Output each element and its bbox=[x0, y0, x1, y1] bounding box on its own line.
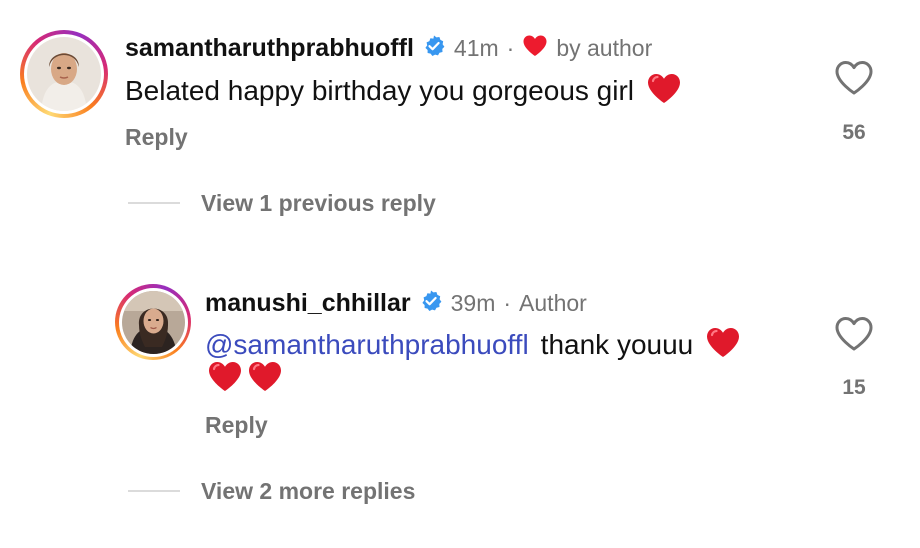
comment-header: samantharuthprabhuoffl 41m · by author bbox=[125, 34, 652, 63]
red-heart-emoji-icon bbox=[705, 326, 741, 364]
profile-photo bbox=[27, 37, 101, 111]
reply-body-line2 bbox=[207, 360, 283, 398]
comment-body: Belated happy birthday you gorgeous girl bbox=[125, 72, 682, 110]
reply-header: manushi_chhillar 39m · Author bbox=[205, 289, 587, 318]
liked-by-author-label: by author bbox=[556, 35, 653, 61]
comment-time: 41m bbox=[453, 35, 499, 61]
reply-time: 39m bbox=[450, 290, 496, 316]
divider-line bbox=[128, 202, 180, 204]
liked-by-author-heart-icon bbox=[522, 34, 548, 63]
red-heart-emoji-icon bbox=[247, 360, 283, 398]
comment-username[interactable]: samantharuthprabhuoffl bbox=[125, 34, 414, 63]
author-badge: Author bbox=[519, 290, 587, 316]
avatar-manushi[interactable] bbox=[115, 284, 191, 360]
reply-button[interactable]: Reply bbox=[125, 124, 188, 151]
red-heart-emoji-icon bbox=[646, 72, 682, 110]
meta-separator: · bbox=[503, 290, 512, 316]
reply-text: thank youuu bbox=[540, 329, 694, 360]
like-count: 15 bbox=[842, 376, 866, 399]
reply-button[interactable]: Reply bbox=[205, 412, 268, 439]
like-count: 56 bbox=[842, 121, 866, 144]
like-heart-icon[interactable] bbox=[834, 60, 874, 96]
like-heart-icon[interactable] bbox=[834, 316, 874, 352]
reply-body-line1: @samantharuthprabhuoffl thank youuu bbox=[205, 326, 741, 364]
comment-text: Belated happy birthday you gorgeous girl bbox=[125, 75, 635, 106]
meta-separator: · bbox=[506, 35, 515, 61]
verified-badge-icon bbox=[419, 289, 443, 318]
reply-username[interactable]: manushi_chhillar bbox=[205, 289, 411, 318]
profile-photo bbox=[121, 290, 185, 354]
mention-link[interactable]: @samantharuthprabhuoffl bbox=[205, 329, 529, 361]
verified-badge-icon bbox=[422, 34, 446, 63]
red-heart-emoji-icon bbox=[207, 360, 243, 398]
avatar-samantha[interactable] bbox=[20, 30, 108, 118]
view-previous-replies-button[interactable]: View 1 previous reply bbox=[201, 190, 436, 217]
divider-line bbox=[128, 490, 180, 492]
view-more-replies-button[interactable]: View 2 more replies bbox=[201, 478, 415, 505]
